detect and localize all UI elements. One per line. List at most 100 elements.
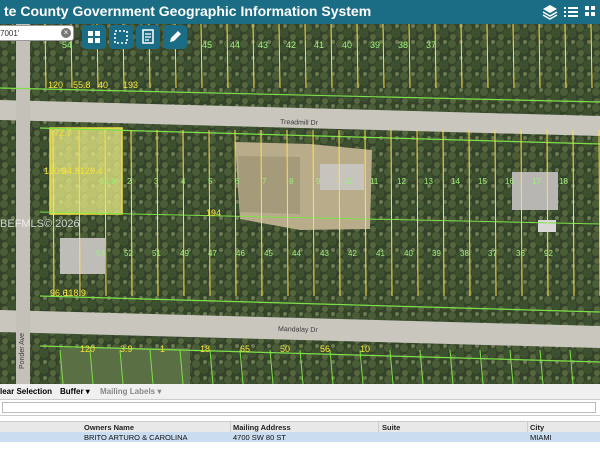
buffer-label: Buffer [60, 387, 84, 396]
parcel-label: 41 [376, 249, 385, 258]
parcel-label: 40 [342, 40, 352, 50]
parcel-label: 17 [532, 177, 541, 186]
grid-tool-icon[interactable] [82, 25, 106, 49]
parcel-label: 52 [124, 249, 133, 258]
parcel-label: 46 [236, 249, 245, 258]
shed-roof [538, 220, 556, 232]
report-icon[interactable] [136, 25, 160, 49]
parcel-label: 3 [154, 177, 159, 186]
parcel-label: 194 [206, 208, 221, 218]
cell-owners-name: BRITO ARTURO & CAROLINA [84, 433, 188, 442]
parcel-label: 40 [98, 80, 108, 90]
parcel-label: 44 [230, 40, 240, 50]
parcel-label: 37 [426, 40, 436, 50]
mailing-labels-label: Mailing Labels [100, 387, 156, 396]
parcel-label: 9 [316, 177, 321, 186]
parcel-label: 18 [559, 177, 568, 186]
parcel-label: 53 [96, 249, 105, 258]
map-canvas[interactable]: 545048474645444342414039383712055.840193… [0, 24, 600, 384]
parcel-label: 49 [180, 249, 189, 258]
layers-icon[interactable] [541, 3, 559, 21]
results-grid: Owners Name Mailing Address Suite City B… [0, 416, 600, 450]
parcel-label: 42 [348, 249, 357, 258]
cell-mailing-address: 4700 SW 80 ST [233, 433, 286, 442]
parcel-label: 11 [370, 177, 379, 186]
mailing-labels-button[interactable]: Mailing Labels ▾ [100, 387, 161, 396]
app-header: te County Government Geographic Informat… [0, 0, 600, 24]
parcel-label: 55.9 [100, 177, 116, 186]
parcel-label: 4 [181, 177, 186, 186]
parcel-label: 45 [264, 249, 273, 258]
col-mailing-address[interactable]: Mailing Address [233, 423, 291, 432]
map-view[interactable]: 545048474645444342414039383712055.840193… [0, 24, 600, 384]
selection-toolbar: lear Selection Buffer ▾ Mailing Labels ▾ [0, 384, 600, 400]
parcel-label: 2 [127, 177, 132, 186]
search-box[interactable]: × [0, 25, 74, 41]
parcel-label: 120 [80, 344, 95, 354]
parcel-label: 120 [48, 80, 63, 90]
parcel-label: 38 [460, 249, 469, 258]
parcel-label: 118.9 [64, 288, 86, 298]
parcel-label: 51 [152, 249, 161, 258]
filter-bar [0, 400, 600, 416]
parcel-label: 45 [202, 40, 212, 50]
road-ponder [16, 24, 30, 384]
street-label-mandalay: Mandalay Dr [278, 326, 319, 334]
street-label-ponder: Ponder Ave [19, 333, 26, 369]
parcel-label: 41 [314, 40, 324, 50]
filter-input[interactable] [2, 402, 596, 413]
street-label-treadmill: Treadmill Dr [280, 119, 319, 127]
parcel-label: 10 [343, 177, 352, 186]
parcel-label: 13 [424, 177, 433, 186]
parcel-label: 39 [370, 40, 380, 50]
parcel-label: 64.3 [62, 166, 80, 176]
parcel-label: 3.9 [120, 344, 133, 354]
list-icon[interactable] [562, 3, 580, 21]
watermark: BEFMLS© 2026 [0, 218, 80, 230]
parcel-label: 7 [262, 177, 267, 186]
buffer-button[interactable]: Buffer ▾ [60, 387, 90, 396]
parcel-label: 15 [478, 177, 487, 186]
parcel-label: 12 [397, 177, 406, 186]
parcel-label: 37 [488, 249, 497, 258]
parcel-label: 1 [160, 344, 165, 354]
parcel-label: 5 [208, 177, 213, 186]
table-row[interactable]: BRITO ARTURO & CAROLINA 4700 SW 80 ST MI… [0, 432, 600, 442]
parcel-label: 47 [208, 249, 217, 258]
parcel-label: 10 [360, 344, 370, 354]
search-input[interactable] [0, 27, 60, 39]
parcel-label: 14 [451, 177, 460, 186]
parcel-label: 120.4 [80, 166, 103, 176]
parcel-label: 43 [258, 40, 268, 50]
parcel-label: 44 [292, 249, 301, 258]
parcel-label: 18 [200, 344, 210, 354]
parcel-label: 72.7 [54, 128, 72, 138]
parcel-label: 50 [280, 344, 290, 354]
grid-menu-icon[interactable] [583, 3, 600, 21]
parcel-label: 6 [235, 177, 240, 186]
parcel-label: 36 [516, 249, 525, 258]
clear-selection-button[interactable]: lear Selection [0, 387, 52, 396]
parcel-label: 54 [62, 40, 72, 50]
parcel-label: 39 [432, 249, 441, 258]
parcel-label: 42 [286, 40, 296, 50]
parcel-label: 8 [289, 177, 294, 186]
parcel-label: 65 [240, 344, 250, 354]
parcel-label: 56 [320, 344, 330, 354]
parcel-label: 193 [123, 80, 138, 90]
col-suite[interactable]: Suite [382, 423, 400, 432]
cell-city: MIAMI [530, 433, 552, 442]
col-owners-name[interactable]: Owners Name [84, 423, 134, 432]
parcel-label: 16 [505, 177, 514, 186]
edit-pencil-icon[interactable] [163, 25, 187, 49]
clear-search-icon[interactable]: × [61, 28, 71, 38]
house-roof [320, 164, 364, 190]
parcel-label: 38 [398, 40, 408, 50]
app-title: te County Government Geographic Informat… [4, 3, 372, 19]
parcel-label: 55.8 [73, 80, 91, 90]
parcel-label: 92 [544, 249, 553, 258]
parcel-label: 43 [320, 249, 329, 258]
parcel-label: 40 [404, 249, 413, 258]
select-box-icon[interactable] [109, 25, 133, 49]
col-city[interactable]: City [530, 423, 544, 432]
